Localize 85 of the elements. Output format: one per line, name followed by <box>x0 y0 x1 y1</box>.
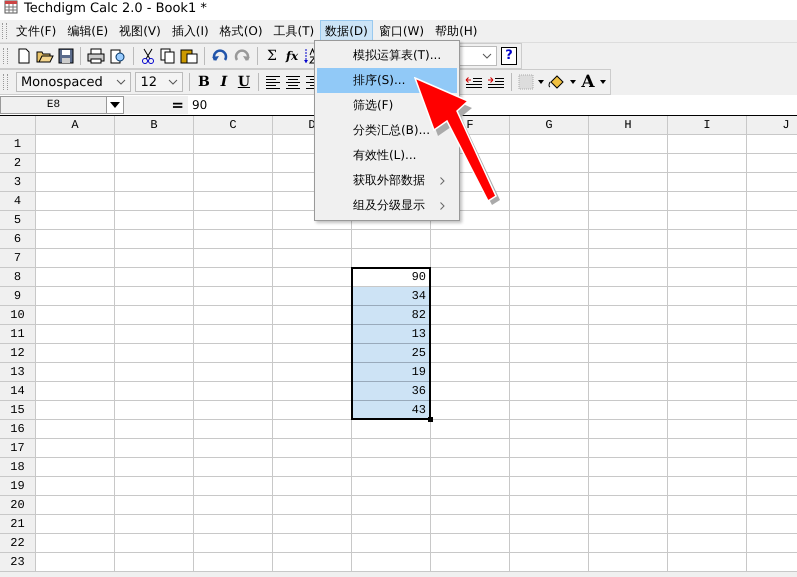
menu-item[interactable]: 模拟运算表(T)... <box>317 43 457 68</box>
row-header[interactable]: 4 <box>0 192 36 211</box>
column-header[interactable]: I <box>668 116 747 135</box>
row-header[interactable]: 18 <box>0 458 36 477</box>
underline-button[interactable]: U <box>236 74 252 90</box>
caret-icon <box>110 102 120 108</box>
align-left-icon[interactable] <box>264 75 281 89</box>
menu-item[interactable]: 组及分级显示 <box>317 193 457 218</box>
new-file-icon[interactable] <box>16 48 32 64</box>
row-header[interactable]: 21 <box>0 515 36 534</box>
menu-item[interactable]: 视图(V) <box>114 20 166 42</box>
row-header[interactable]: 22 <box>0 534 36 553</box>
sum-button[interactable]: Σ <box>264 48 280 64</box>
italic-button[interactable]: I <box>216 74 232 90</box>
table-cell: 13 <box>352 325 431 344</box>
menu-item[interactable]: 插入(I) <box>166 20 214 42</box>
formula-input[interactable]: 90 <box>188 98 212 112</box>
copy-icon[interactable] <box>160 48 176 64</box>
column-header[interactable]: A <box>36 116 115 135</box>
fill-handle[interactable] <box>428 417 433 422</box>
bold-button[interactable]: B <box>196 74 212 90</box>
row-header[interactable]: 11 <box>0 325 36 344</box>
chevron-icon <box>168 79 178 85</box>
paste-icon[interactable] <box>180 48 198 64</box>
menu-item[interactable]: 工具(T) <box>268 20 320 42</box>
row-header[interactable]: 1 <box>0 135 36 154</box>
menu-item[interactable]: 排序(S)... <box>317 68 457 93</box>
font-color-button[interactable]: A <box>580 72 596 92</box>
cell-reference-field[interactable]: E8 <box>0 96 124 114</box>
chevron-icon <box>482 53 492 59</box>
row-header[interactable]: 6 <box>0 230 36 249</box>
fill-bucket-icon[interactable] <box>548 74 566 90</box>
printer-icon[interactable] <box>87 48 105 64</box>
window-title: Techdigm Calc 2.0 - Book1 * <box>24 0 207 18</box>
save-icon[interactable] <box>58 48 74 64</box>
row-header[interactable]: 7 <box>0 249 36 268</box>
row-header[interactable]: 9 <box>0 287 36 306</box>
align-center-icon[interactable] <box>284 75 301 89</box>
caret-icon[interactable] <box>538 80 544 84</box>
row-header[interactable]: 12 <box>0 344 36 363</box>
font-size-select[interactable]: 12 <box>135 72 183 92</box>
row-header[interactable]: 16 <box>0 420 36 439</box>
font-select[interactable]: Monospaced <box>16 72 132 92</box>
menu-item[interactable]: 窗口(W) <box>374 20 430 42</box>
print-preview-icon[interactable] <box>109 48 127 64</box>
sort-icon[interactable] <box>304 48 316 64</box>
table-cell: 36 <box>352 382 431 401</box>
column-header[interactable]: H <box>589 116 668 135</box>
table-cell: 25 <box>352 344 431 363</box>
table-cell: 34 <box>352 287 431 306</box>
chevron-right-icon <box>440 176 445 184</box>
column-header[interactable]: C <box>194 116 273 135</box>
equals-sign: = <box>124 96 188 114</box>
column-header[interactable]: J <box>747 116 797 135</box>
row-header[interactable]: 17 <box>0 439 36 458</box>
table-cell: 19 <box>352 363 431 382</box>
scissors-icon[interactable] <box>140 48 156 64</box>
function-button[interactable]: fx <box>284 49 300 63</box>
menu-item[interactable]: 格式(O) <box>214 20 268 42</box>
chevron-right-icon <box>440 202 445 210</box>
chevron-icon <box>116 79 126 85</box>
row-header[interactable]: 13 <box>0 363 36 382</box>
row-header[interactable]: 3 <box>0 173 36 192</box>
column-header[interactable]: B <box>115 116 194 135</box>
caret-icon[interactable] <box>570 80 576 84</box>
row-header[interactable]: 2 <box>0 154 36 173</box>
row-header[interactable]: 5 <box>0 211 36 230</box>
row-header[interactable]: 10 <box>0 306 36 325</box>
increase-indent-icon[interactable] <box>487 75 505 89</box>
column-header[interactable]: G <box>510 116 589 135</box>
row-header[interactable]: 20 <box>0 496 36 515</box>
decrease-indent-icon[interactable] <box>465 75 483 89</box>
row-header[interactable]: 14 <box>0 382 36 401</box>
row-header[interactable]: 15 <box>0 401 36 420</box>
table-cell: 82 <box>352 306 431 325</box>
caret-icon[interactable] <box>600 80 606 84</box>
row-header[interactable]: 8 <box>0 268 36 287</box>
row-header[interactable]: 23 <box>0 553 36 572</box>
help-button[interactable]: ? <box>501 47 517 65</box>
menu-item[interactable]: 文件(F) <box>11 20 62 42</box>
menu-item[interactable]: 有效性(L)... <box>317 143 457 168</box>
menu-item[interactable]: 编辑(E) <box>62 20 114 42</box>
row-header[interactable]: 19 <box>0 477 36 496</box>
menu-item[interactable]: 获取外部数据 <box>317 168 457 193</box>
menu-item[interactable]: 帮助(H) <box>430 20 482 42</box>
